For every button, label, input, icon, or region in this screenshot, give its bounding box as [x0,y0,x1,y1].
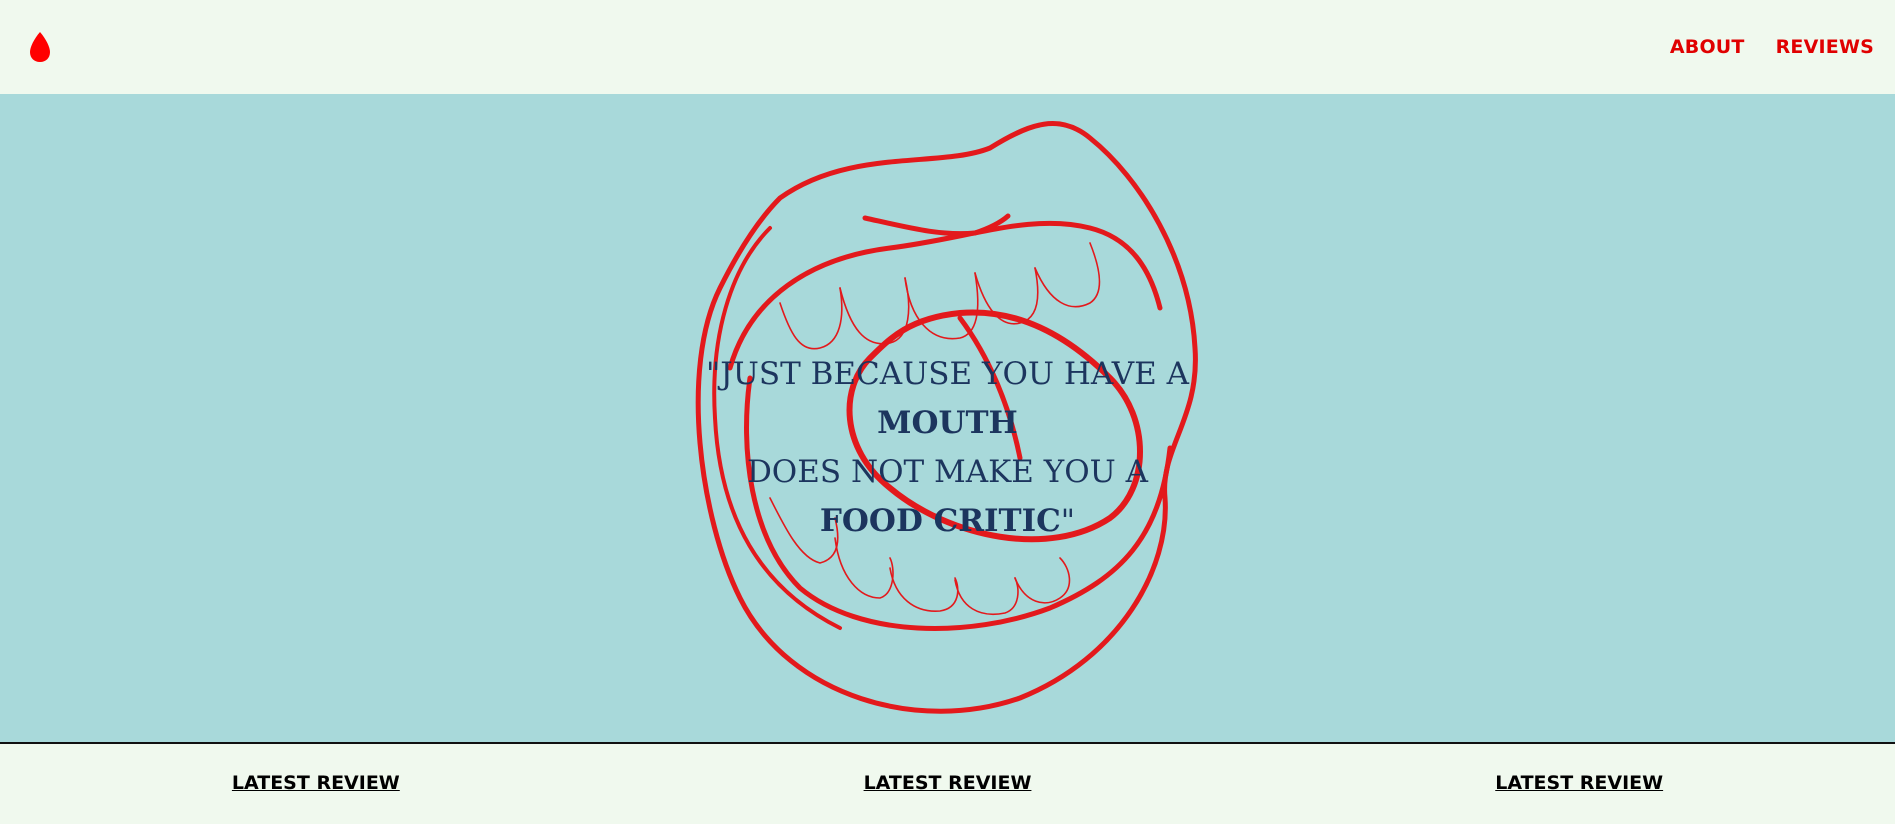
quote-bold-food-critic: FOOD CRITIC [819,503,1061,539]
review-column: LATEST REVIEW [632,744,1264,824]
latest-reviews-bar: LATEST REVIEW LATEST REVIEW LATEST REVIE… [0,742,1895,824]
quote-end: " [1060,503,1076,539]
logo-drop-icon[interactable] [28,31,52,63]
quote-line-1: "JUST BECAUSE YOU HAVE A [706,356,1189,392]
review-column: LATEST REVIEW [1263,744,1895,824]
nav-about[interactable]: ABOUT [1670,36,1745,58]
hero-section: "JUST BECAUSE YOU HAVE A MOUTH DOES NOT … [0,94,1895,742]
main-nav: ABOUT REVIEWS [1670,36,1874,58]
latest-review-link-3[interactable]: LATEST REVIEW [1495,772,1663,794]
review-column: LATEST REVIEW [0,744,632,824]
latest-review-link-2[interactable]: LATEST REVIEW [864,772,1032,794]
quote-line-3: DOES NOT MAKE YOU A [746,454,1149,490]
quote-bold-mouth: MOUTH [877,405,1018,441]
site-header: ABOUT REVIEWS [0,0,1895,94]
hero-quote: "JUST BECAUSE YOU HAVE A MOUTH DOES NOT … [0,350,1895,546]
latest-review-link-1[interactable]: LATEST REVIEW [232,772,400,794]
nav-reviews[interactable]: REVIEWS [1776,36,1874,58]
